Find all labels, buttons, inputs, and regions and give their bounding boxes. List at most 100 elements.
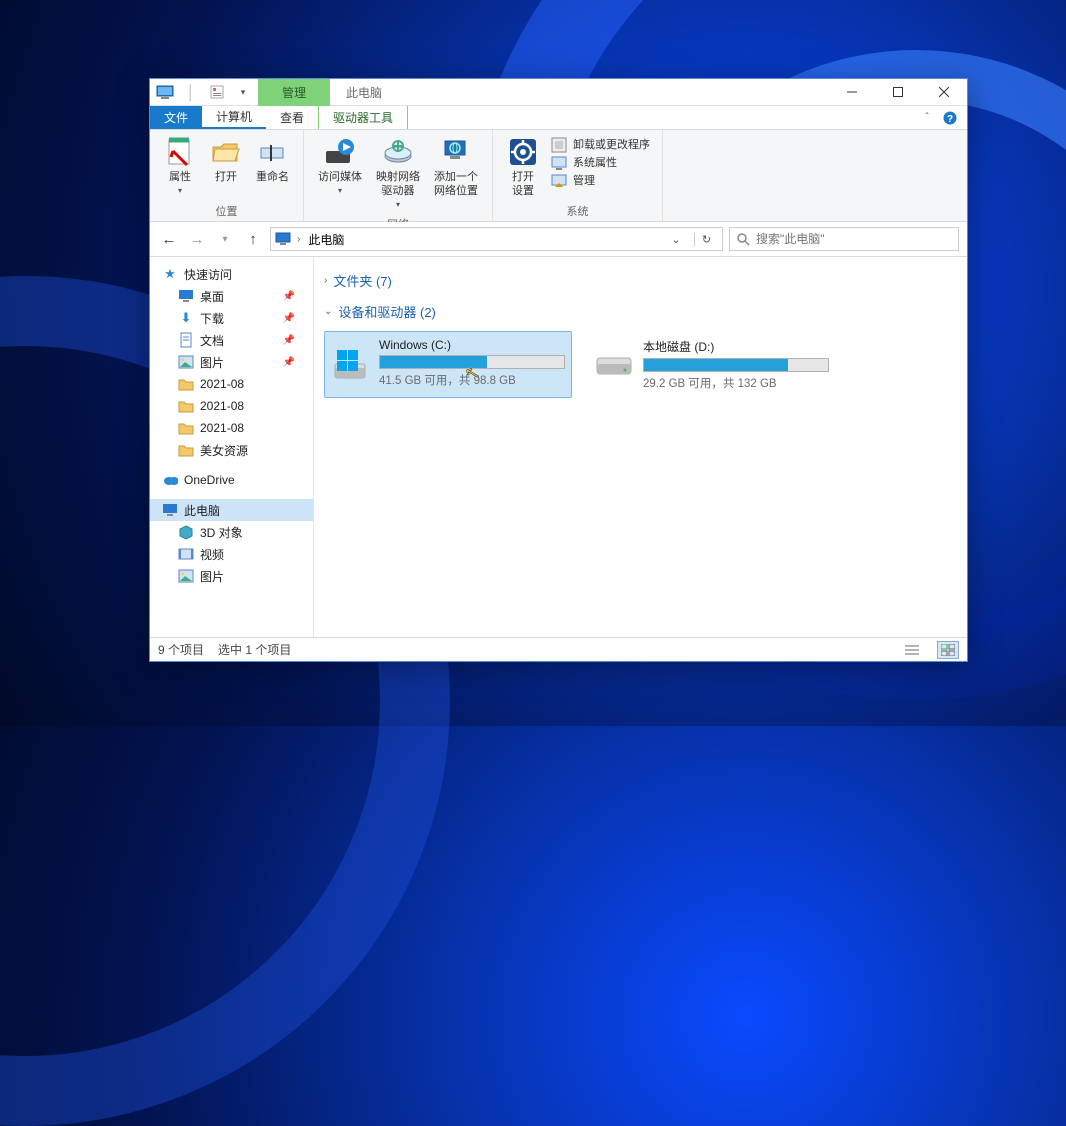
tab-view[interactable]: 查看 [266,106,318,129]
recent-locations-button[interactable]: ▾ [214,227,236,251]
address-chevron-icon[interactable]: › [297,234,300,245]
folder-icon [178,442,194,458]
group-header-label: 文件夹 (7) [333,271,392,290]
dropdown-icon: ▾ [396,198,400,212]
minimize-button[interactable] [829,79,875,105]
tree-folder[interactable]: 美女资源 [150,439,313,461]
maximize-button[interactable] [875,79,921,105]
status-selection: 选中 1 个项目 [218,641,291,658]
tree-folder[interactable]: 2021-08 [150,373,313,395]
tree-label: 此电脑 [184,502,220,519]
tree-label: 图片 [200,354,224,371]
onedrive-icon [162,472,178,488]
tree-label: 下载 [200,310,224,327]
star-icon: ★ [162,266,178,282]
group-header-folders[interactable]: › 文件夹 (7) [314,265,967,296]
address-dropdown-icon[interactable]: ⌄ [664,233,688,246]
tree-onedrive[interactable]: OneDrive [150,469,313,491]
status-bar: 9 个项目 选中 1 个项目 [150,637,967,661]
drive-item[interactable]: 本地磁盘 (D:) 29.2 GB 可用，共 132 GB [588,331,836,398]
system-properties-label: 系统属性 [573,156,617,170]
svg-text:?: ? [947,114,953,125]
forward-button[interactable]: → [186,227,208,251]
tree-label: OneDrive [184,473,235,487]
capacity-bar [643,358,829,372]
properties-icon [164,136,196,168]
search-input[interactable] [756,232,952,246]
tree-label: 视频 [200,546,224,563]
open-settings-label: 打开 设置 [512,170,534,198]
qat-dropdown-icon[interactable]: ▾ [232,81,254,103]
details-view-button[interactable] [901,641,923,659]
group-label-system: 系统 [501,201,654,219]
tree-quick-access[interactable]: ★ 快速访问 [150,263,313,285]
tree-videos[interactable]: 视频 [150,543,313,565]
tree-label: 2021-08 [200,377,244,391]
back-button[interactable]: ← [158,227,180,251]
manage-button[interactable]: 管理 [547,172,654,190]
access-media-label: 访问媒体 [318,170,362,184]
access-media-button[interactable]: 访问媒体 ▾ [312,134,368,214]
system-properties-icon [551,155,567,171]
properties-button[interactable]: 属性 ▾ [158,134,202,201]
properties-icon[interactable] [206,81,228,103]
body: ★ 快速访问 桌面 📌 ⬇ 下载 📌 文档 📌 [150,257,967,637]
folder-open-icon [210,136,242,168]
folder-icon [178,376,194,392]
tree-desktop[interactable]: 桌面 📌 [150,285,313,307]
tree-3d-objects[interactable]: 3D 对象 [150,521,313,543]
chevron-down-icon: ⌄ [324,306,332,317]
open-settings-button[interactable]: 打开 设置 [501,134,545,201]
drive-item[interactable]: Windows (C:) 41.5 GB 可用，共 98.8 GB [324,331,572,398]
address-bar[interactable]: › 此电脑 ⌄ ↻ [270,227,723,251]
pin-icon: 📌 [283,291,295,302]
system-properties-button[interactable]: 系统属性 [547,154,654,172]
group-label-location: 位置 [158,201,295,219]
tree-folder[interactable]: 2021-08 [150,417,313,439]
close-button[interactable] [921,79,967,105]
tree-label: 文档 [200,332,224,349]
tab-file[interactable]: 文件 [150,106,202,129]
pictures-icon [178,354,194,370]
navigation-pane[interactable]: ★ 快速访问 桌面 📌 ⬇ 下载 📌 文档 📌 [150,257,314,637]
tree-pictures[interactable]: 图片 📌 [150,351,313,373]
group-header-drives[interactable]: ⌄ 设备和驱动器 (2) [314,296,967,327]
chevron-right-icon: › [324,275,327,286]
ribbon-collapse-icon[interactable]: ˆ [917,106,937,129]
this-pc-icon [275,232,291,246]
downloads-icon: ⬇ [178,310,194,326]
refresh-button[interactable]: ↻ [694,233,718,246]
folder-icon [178,398,194,414]
tree-downloads[interactable]: ⬇ 下载 📌 [150,307,313,329]
properties-label: 属性 [169,170,191,184]
map-drive-label: 映射网络 驱动器 [376,170,420,198]
address-crumb[interactable]: 此电脑 [306,231,346,248]
tiles-view-button[interactable] [937,641,959,659]
uninstall-button[interactable]: 卸载或更改程序 [547,136,654,154]
tab-drive-tools[interactable]: 驱动器工具 [318,106,408,129]
map-drive-button[interactable]: 映射网络 驱动器 ▾ [370,134,426,214]
rename-button[interactable]: 重命名 [250,134,295,201]
open-button[interactable]: 打开 [204,134,248,201]
manage-icon [551,173,567,189]
up-button[interactable]: ↑ [242,227,264,251]
dropdown-icon: ▾ [338,184,342,198]
help-icon[interactable]: ? [939,106,961,129]
add-network-location-button[interactable]: 添加一个 网络位置 [428,134,484,214]
explorer-window: │ ▾ 管理 此电脑 文件 计算机 查看 驱动器工具 ˆ ? [149,78,968,662]
this-pc-icon [162,502,178,518]
documents-icon [178,332,194,348]
title-bar: │ ▾ 管理 此电脑 [150,79,967,106]
ribbon: 属性 ▾ 打开 重命名 位置 [150,130,967,222]
tree-this-pc[interactable]: 此电脑 [150,499,313,521]
content-pane[interactable]: › 文件夹 (7) ⌄ 设备和驱动器 (2) Windows (C:) 41.5… [314,257,967,637]
status-item-count: 9 个项目 [158,641,204,658]
tree-pictures2[interactable]: 图片 [150,565,313,587]
uninstall-icon [551,137,567,153]
tree-folder[interactable]: 2021-08 [150,395,313,417]
tab-computer[interactable]: 计算机 [202,106,266,129]
search-box[interactable] [729,227,959,251]
3d-icon [178,524,194,540]
tree-label: 2021-08 [200,421,244,435]
tree-documents[interactable]: 文档 📌 [150,329,313,351]
